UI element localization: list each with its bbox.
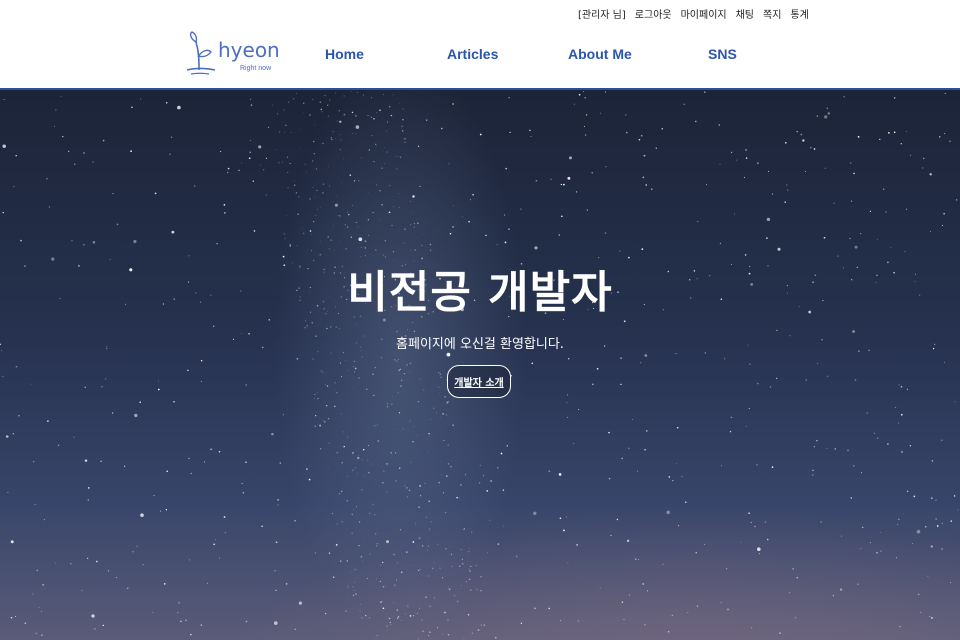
stats-link[interactable]: 통계 (790, 6, 808, 21)
hero-subtitle: 홈페이지에 오신걸 환영합니다. (396, 337, 564, 352)
nav-sns[interactable]: SNS (708, 46, 737, 62)
logo-tagline: Right now (240, 65, 272, 72)
admin-user-link[interactable]: [관리자 님] (578, 6, 626, 21)
hero-title: 비전공 개발자 (347, 267, 613, 318)
developer-intro-button[interactable]: 개발자 소개 (447, 365, 511, 398)
nav-articles[interactable]: Articles (447, 46, 498, 62)
utility-links: [관리자 님] 로그아웃 마이페이지 채팅 쪽지 통계 (578, 6, 818, 21)
chat-link[interactable]: 채팅 (736, 6, 754, 21)
message-link[interactable]: 쪽지 (763, 6, 781, 21)
mypage-link[interactable]: 마이페이지 (681, 6, 727, 21)
sprout-icon (186, 31, 216, 75)
logo-name: hyeon (218, 38, 280, 62)
hero-section: 비전공 개발자 홈페이지에 오신걸 환영합니다. 개발자 소개 (0, 90, 960, 640)
nav-home[interactable]: Home (325, 46, 364, 62)
site-logo[interactable]: hyeon Right now (183, 30, 293, 78)
nav-about-me[interactable]: About Me (568, 46, 632, 62)
logout-link[interactable]: 로그아웃 (635, 6, 672, 21)
site-header: [관리자 님] 로그아웃 마이페이지 채팅 쪽지 통계 hyeon Right … (0, 0, 960, 88)
